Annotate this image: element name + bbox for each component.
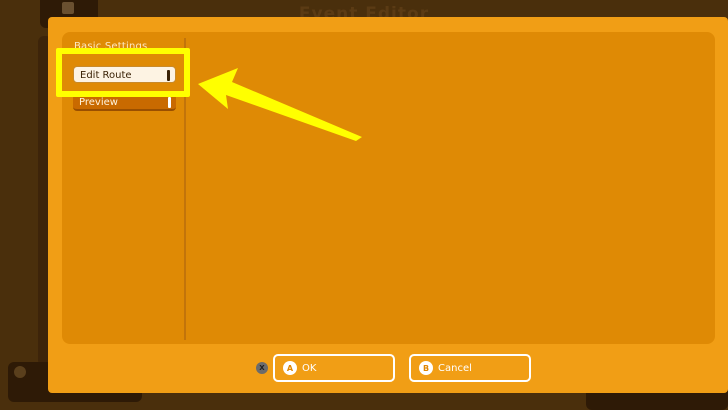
pointer-arrow-icon bbox=[198, 68, 362, 141]
